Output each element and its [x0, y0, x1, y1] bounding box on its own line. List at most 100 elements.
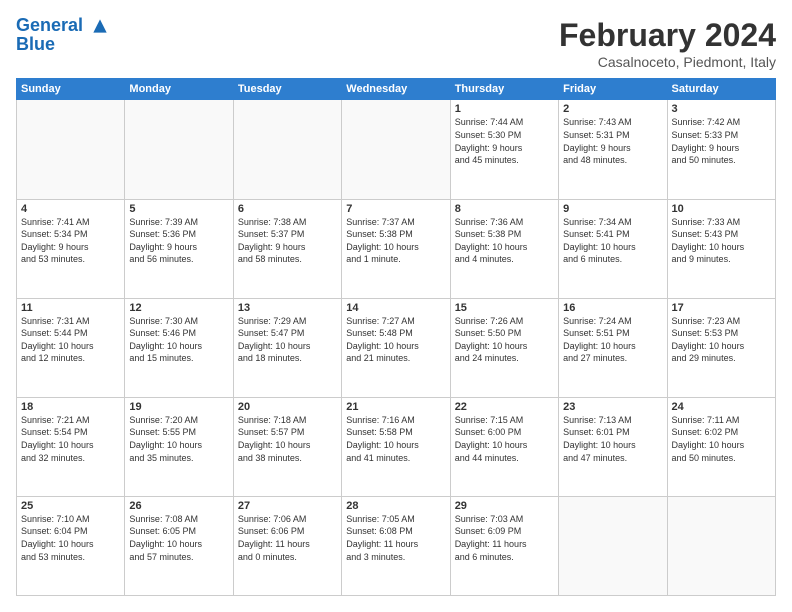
day-number: 28 [346, 500, 445, 512]
calendar-cell: 4Sunrise: 7:41 AMSunset: 5:34 PMDaylight… [17, 199, 125, 298]
day-number: 29 [455, 500, 554, 512]
day-info: Sunrise: 7:24 AMSunset: 5:51 PMDaylight:… [563, 315, 662, 365]
calendar-cell: 25Sunrise: 7:10 AMSunset: 6:04 PMDayligh… [17, 496, 125, 595]
calendar-cell: 20Sunrise: 7:18 AMSunset: 5:57 PMDayligh… [233, 397, 341, 496]
day-info: Sunrise: 7:16 AMSunset: 5:58 PMDaylight:… [346, 414, 445, 464]
calendar-cell [233, 100, 341, 199]
day-info: Sunrise: 7:21 AMSunset: 5:54 PMDaylight:… [21, 414, 120, 464]
calendar-cell: 5Sunrise: 7:39 AMSunset: 5:36 PMDaylight… [125, 199, 233, 298]
calendar-cell: 14Sunrise: 7:27 AMSunset: 5:48 PMDayligh… [342, 298, 450, 397]
calendar-cell: 22Sunrise: 7:15 AMSunset: 6:00 PMDayligh… [450, 397, 558, 496]
day-number: 8 [455, 203, 554, 215]
day-number: 9 [563, 203, 662, 215]
calendar-cell: 18Sunrise: 7:21 AMSunset: 5:54 PMDayligh… [17, 397, 125, 496]
calendar-cell [17, 100, 125, 199]
logo: General Blue [16, 16, 110, 55]
day-number: 25 [21, 500, 120, 512]
calendar-cell: 29Sunrise: 7:03 AMSunset: 6:09 PMDayligh… [450, 496, 558, 595]
calendar-cell [667, 496, 775, 595]
day-info: Sunrise: 7:42 AMSunset: 5:33 PMDaylight:… [672, 116, 771, 166]
day-number: 5 [129, 203, 228, 215]
day-number: 11 [21, 302, 120, 314]
day-number: 22 [455, 401, 554, 413]
day-info: Sunrise: 7:31 AMSunset: 5:44 PMDaylight:… [21, 315, 120, 365]
day-header-wednesday: Wednesday [342, 79, 450, 100]
day-info: Sunrise: 7:05 AMSunset: 6:08 PMDaylight:… [346, 513, 445, 563]
day-info: Sunrise: 7:34 AMSunset: 5:41 PMDaylight:… [563, 216, 662, 266]
day-number: 2 [563, 103, 662, 115]
calendar-cell: 19Sunrise: 7:20 AMSunset: 5:55 PMDayligh… [125, 397, 233, 496]
calendar-cell: 6Sunrise: 7:38 AMSunset: 5:37 PMDaylight… [233, 199, 341, 298]
day-info: Sunrise: 7:26 AMSunset: 5:50 PMDaylight:… [455, 315, 554, 365]
calendar-cell: 23Sunrise: 7:13 AMSunset: 6:01 PMDayligh… [559, 397, 667, 496]
week-row-4: 25Sunrise: 7:10 AMSunset: 6:04 PMDayligh… [17, 496, 776, 595]
calendar-cell: 10Sunrise: 7:33 AMSunset: 5:43 PMDayligh… [667, 199, 775, 298]
day-info: Sunrise: 7:08 AMSunset: 6:05 PMDaylight:… [129, 513, 228, 563]
day-number: 14 [346, 302, 445, 314]
calendar-cell: 11Sunrise: 7:31 AMSunset: 5:44 PMDayligh… [17, 298, 125, 397]
day-header-thursday: Thursday [450, 79, 558, 100]
calendar-cell: 16Sunrise: 7:24 AMSunset: 5:51 PMDayligh… [559, 298, 667, 397]
day-info: Sunrise: 7:33 AMSunset: 5:43 PMDaylight:… [672, 216, 771, 266]
day-number: 23 [563, 401, 662, 413]
day-number: 13 [238, 302, 337, 314]
header: General Blue February 2024 Casalnoceto, … [16, 16, 776, 70]
day-info: Sunrise: 7:30 AMSunset: 5:46 PMDaylight:… [129, 315, 228, 365]
calendar-cell: 2Sunrise: 7:43 AMSunset: 5:31 PMDaylight… [559, 100, 667, 199]
calendar-cell: 7Sunrise: 7:37 AMSunset: 5:38 PMDaylight… [342, 199, 450, 298]
calendar-cell: 28Sunrise: 7:05 AMSunset: 6:08 PMDayligh… [342, 496, 450, 595]
week-row-1: 4Sunrise: 7:41 AMSunset: 5:34 PMDaylight… [17, 199, 776, 298]
calendar-title: February 2024 [559, 16, 776, 54]
calendar-cell: 1Sunrise: 7:44 AMSunset: 5:30 PMDaylight… [450, 100, 558, 199]
day-info: Sunrise: 7:39 AMSunset: 5:36 PMDaylight:… [129, 216, 228, 266]
day-info: Sunrise: 7:13 AMSunset: 6:01 PMDaylight:… [563, 414, 662, 464]
calendar-cell: 12Sunrise: 7:30 AMSunset: 5:46 PMDayligh… [125, 298, 233, 397]
calendar-cell: 9Sunrise: 7:34 AMSunset: 5:41 PMDaylight… [559, 199, 667, 298]
logo-text: General [16, 16, 110, 36]
day-info: Sunrise: 7:10 AMSunset: 6:04 PMDaylight:… [21, 513, 120, 563]
calendar-cell: 24Sunrise: 7:11 AMSunset: 6:02 PMDayligh… [667, 397, 775, 496]
day-number: 3 [672, 103, 771, 115]
day-number: 18 [21, 401, 120, 413]
calendar-subtitle: Casalnoceto, Piedmont, Italy [559, 54, 776, 70]
calendar-cell: 8Sunrise: 7:36 AMSunset: 5:38 PMDaylight… [450, 199, 558, 298]
day-number: 10 [672, 203, 771, 215]
day-header-tuesday: Tuesday [233, 79, 341, 100]
calendar-cell [342, 100, 450, 199]
day-info: Sunrise: 7:36 AMSunset: 5:38 PMDaylight:… [455, 216, 554, 266]
day-info: Sunrise: 7:38 AMSunset: 5:37 PMDaylight:… [238, 216, 337, 266]
calendar-cell: 21Sunrise: 7:16 AMSunset: 5:58 PMDayligh… [342, 397, 450, 496]
day-info: Sunrise: 7:06 AMSunset: 6:06 PMDaylight:… [238, 513, 337, 563]
day-number: 21 [346, 401, 445, 413]
day-info: Sunrise: 7:20 AMSunset: 5:55 PMDaylight:… [129, 414, 228, 464]
day-number: 26 [129, 500, 228, 512]
day-number: 15 [455, 302, 554, 314]
day-number: 4 [21, 203, 120, 215]
day-info: Sunrise: 7:41 AMSunset: 5:34 PMDaylight:… [21, 216, 120, 266]
day-info: Sunrise: 7:29 AMSunset: 5:47 PMDaylight:… [238, 315, 337, 365]
day-info: Sunrise: 7:23 AMSunset: 5:53 PMDaylight:… [672, 315, 771, 365]
calendar-cell: 13Sunrise: 7:29 AMSunset: 5:47 PMDayligh… [233, 298, 341, 397]
day-info: Sunrise: 7:37 AMSunset: 5:38 PMDaylight:… [346, 216, 445, 266]
week-row-3: 18Sunrise: 7:21 AMSunset: 5:54 PMDayligh… [17, 397, 776, 496]
day-number: 17 [672, 302, 771, 314]
calendar-cell [559, 496, 667, 595]
day-number: 27 [238, 500, 337, 512]
day-header-monday: Monday [125, 79, 233, 100]
title-block: February 2024 Casalnoceto, Piedmont, Ita… [559, 16, 776, 70]
day-number: 7 [346, 203, 445, 215]
day-info: Sunrise: 7:18 AMSunset: 5:57 PMDaylight:… [238, 414, 337, 464]
day-number: 19 [129, 401, 228, 413]
day-number: 20 [238, 401, 337, 413]
day-info: Sunrise: 7:27 AMSunset: 5:48 PMDaylight:… [346, 315, 445, 365]
day-info: Sunrise: 7:43 AMSunset: 5:31 PMDaylight:… [563, 116, 662, 166]
day-info: Sunrise: 7:44 AMSunset: 5:30 PMDaylight:… [455, 116, 554, 166]
calendar-cell: 3Sunrise: 7:42 AMSunset: 5:33 PMDaylight… [667, 100, 775, 199]
day-info: Sunrise: 7:11 AMSunset: 6:02 PMDaylight:… [672, 414, 771, 464]
logo-blue: Blue [16, 34, 110, 55]
calendar-cell: 15Sunrise: 7:26 AMSunset: 5:50 PMDayligh… [450, 298, 558, 397]
day-info: Sunrise: 7:03 AMSunset: 6:09 PMDaylight:… [455, 513, 554, 563]
day-info: Sunrise: 7:15 AMSunset: 6:00 PMDaylight:… [455, 414, 554, 464]
calendar-cell: 26Sunrise: 7:08 AMSunset: 6:05 PMDayligh… [125, 496, 233, 595]
calendar-cell [125, 100, 233, 199]
